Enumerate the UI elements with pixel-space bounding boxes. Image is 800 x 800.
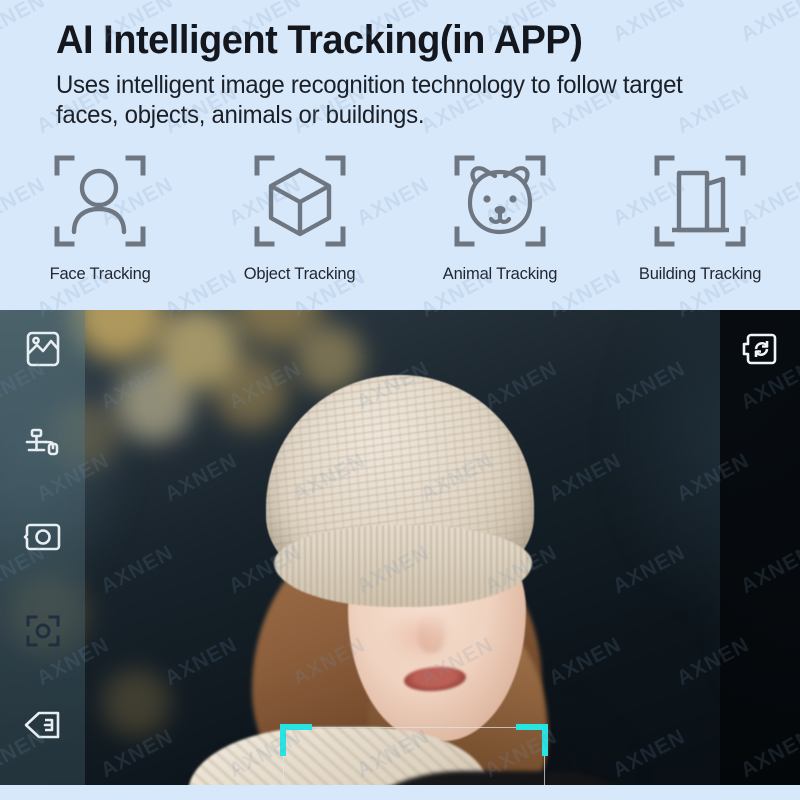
- camera-flip-icon[interactable]: [739, 328, 781, 370]
- camera-preview: [0, 310, 800, 785]
- camera-icon[interactable]: [22, 516, 64, 558]
- feature-building-tracking: Building Tracking: [600, 146, 800, 284]
- left-toolbar: [0, 310, 85, 785]
- building-tracking-icon: [641, 146, 759, 256]
- faucet-icon[interactable]: [22, 422, 64, 464]
- feature-label: Object Tracking: [244, 264, 356, 283]
- broken-image-icon[interactable]: [22, 328, 64, 370]
- feature-animal-tracking: Animal Tracking: [400, 146, 600, 284]
- footer-strip: [0, 785, 800, 800]
- tracking-frame: [280, 724, 548, 785]
- tracking-frame-outline: [283, 727, 545, 785]
- feature-label: Building Tracking: [638, 264, 762, 283]
- feature-object-tracking: Object Tracking: [200, 146, 400, 284]
- page-subtitle: Uses intelligent image recognition techn…: [56, 71, 683, 129]
- promo-page: AI Intelligent Tracking(in APP) Uses int…: [0, 0, 800, 800]
- tracking-corner-top-right: [516, 724, 548, 756]
- camera-photo: [0, 310, 800, 785]
- feature-list: Face Tracking Object Tracking Animal Tra…: [0, 146, 800, 296]
- animal-tracking-icon: [441, 146, 559, 256]
- back-arrow-icon[interactable]: [22, 704, 64, 746]
- feature-label: Face Tracking: [49, 264, 151, 283]
- header-panel: AI Intelligent Tracking(in APP) Uses int…: [0, 0, 800, 310]
- feature-face-tracking: Face Tracking: [0, 146, 200, 284]
- focus-target-icon[interactable]: [22, 610, 64, 652]
- face-tracking-icon: [41, 146, 159, 256]
- right-toolbar: [720, 310, 800, 785]
- page-title: AI Intelligent Tracking(in APP): [56, 18, 583, 62]
- feature-label: Animal Tracking: [442, 264, 558, 283]
- tracking-corner-top-left: [280, 724, 312, 756]
- object-tracking-icon: [241, 146, 359, 256]
